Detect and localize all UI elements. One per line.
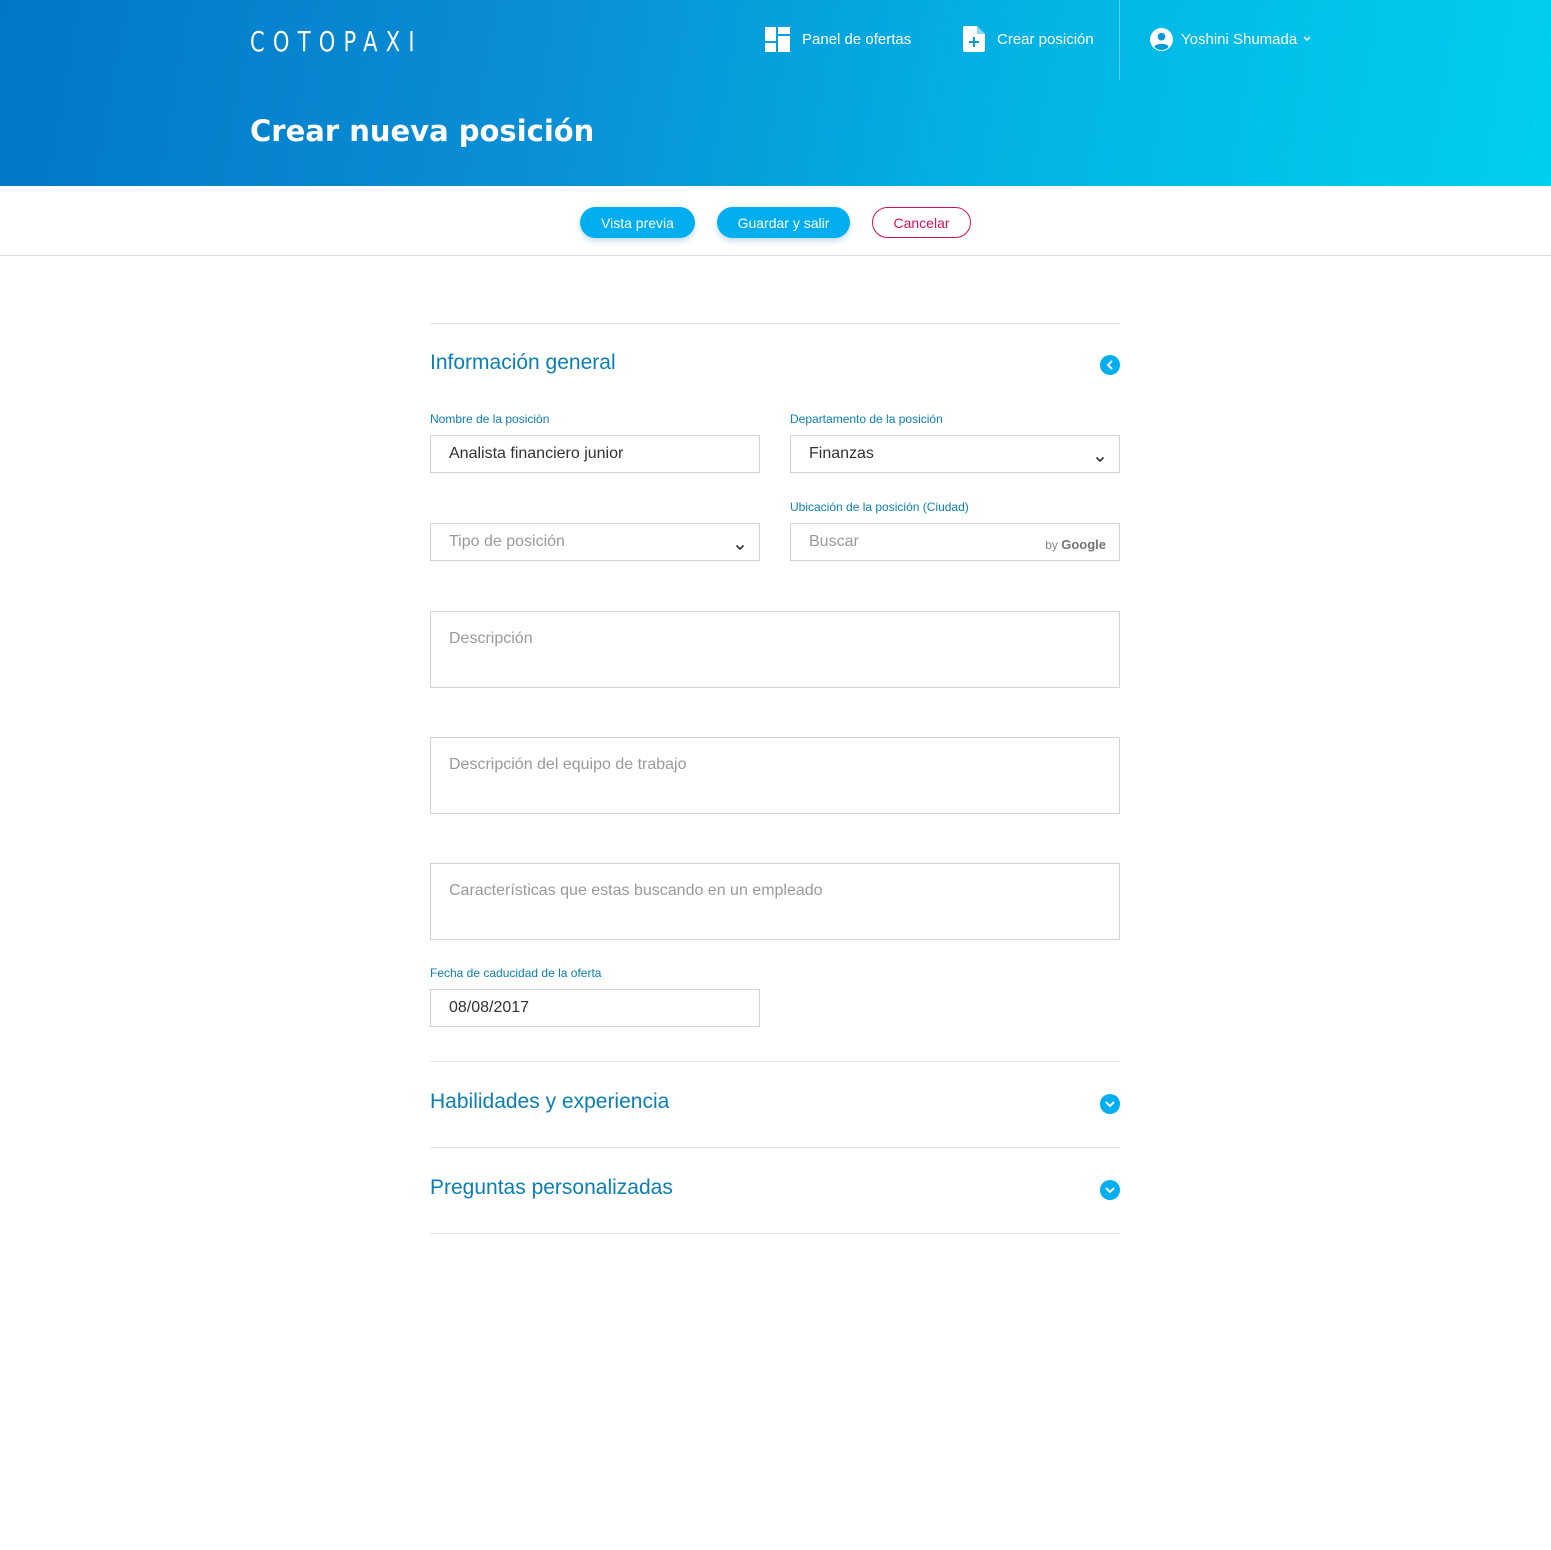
user-menu[interactable]: Yoshini Shumada bbox=[1150, 24, 1311, 54]
position-name-input[interactable]: Analista financiero junior bbox=[430, 435, 760, 473]
section-divider bbox=[430, 1233, 1120, 1234]
google-logo: Google bbox=[1061, 537, 1106, 552]
section-title-skills[interactable]: Habilidades y experiencia bbox=[430, 1090, 669, 1114]
section-divider bbox=[430, 1147, 1120, 1148]
expand-skills-button[interactable] bbox=[1100, 1094, 1120, 1114]
file-plus-icon bbox=[963, 26, 985, 52]
section-divider bbox=[430, 323, 1120, 324]
expiry-date-label: Fecha de caducidad de la oferta bbox=[430, 966, 602, 980]
section-divider bbox=[430, 1061, 1120, 1062]
chevron-down-icon bbox=[1095, 450, 1105, 468]
account-circle-icon bbox=[1150, 27, 1173, 51]
header: COTOPAXI Panel de ofertas Crear posición bbox=[0, 0, 1551, 186]
location-placeholder: Buscar bbox=[809, 533, 859, 550]
user-name: Yoshini Shumada bbox=[1181, 30, 1298, 48]
action-toolbar: Vista previa Guardar y salir Cancelar bbox=[0, 186, 1551, 256]
location-search-input[interactable]: Buscar by Google bbox=[790, 523, 1120, 561]
nav-panel-de-ofertas[interactable]: Panel de ofertas bbox=[765, 24, 911, 54]
collapse-section-button[interactable] bbox=[1100, 355, 1120, 375]
characteristics-textarea[interactable]: Características que estas buscando en un… bbox=[430, 863, 1120, 940]
location-label: Ubicación de la posición (Ciudad) bbox=[790, 500, 969, 514]
section-title-questions[interactable]: Preguntas personalizadas bbox=[430, 1176, 673, 1200]
team-description-textarea[interactable]: Descripción del equipo de trabajo bbox=[430, 737, 1120, 814]
cotopaxi-logo[interactable]: COTOPAXI bbox=[250, 25, 423, 58]
department-value: Finanzas bbox=[809, 445, 874, 462]
nav-divider bbox=[1119, 0, 1120, 80]
save-and-exit-button[interactable]: Guardar y salir bbox=[717, 207, 850, 238]
position-name-label: Nombre de la posiciòn bbox=[430, 412, 550, 426]
department-select[interactable]: Finanzas bbox=[790, 435, 1120, 473]
description-textarea[interactable]: Descripción bbox=[430, 611, 1120, 688]
expiry-date-input[interactable]: 08/08/2017 bbox=[430, 989, 760, 1027]
chevron-down-icon bbox=[1105, 1185, 1115, 1195]
powered-by-google: by Google bbox=[1045, 537, 1106, 552]
position-type-select[interactable]: Tipo de posición bbox=[430, 523, 760, 561]
expand-questions-button[interactable] bbox=[1100, 1180, 1120, 1200]
dashboard-icon bbox=[765, 26, 790, 52]
cancel-button[interactable]: Cancelar bbox=[872, 207, 971, 238]
section-title-general[interactable]: Información general bbox=[430, 351, 616, 375]
nav-create-label: Crear posición bbox=[997, 30, 1094, 48]
nav-crear-posicion[interactable]: Crear posición bbox=[963, 24, 1094, 54]
preview-button[interactable]: Vista previa bbox=[580, 207, 695, 238]
chevron-down-icon bbox=[1105, 1099, 1115, 1109]
department-label: Departamento de la posición bbox=[790, 412, 943, 426]
chevron-down-icon bbox=[735, 538, 745, 556]
position-type-placeholder: Tipo de posición bbox=[449, 533, 565, 550]
chevron-down-icon bbox=[1303, 36, 1311, 42]
page-title: Crear nueva posición bbox=[250, 114, 595, 148]
nav-panel-label: Panel de ofertas bbox=[802, 30, 912, 48]
chevron-left-icon bbox=[1105, 360, 1115, 370]
